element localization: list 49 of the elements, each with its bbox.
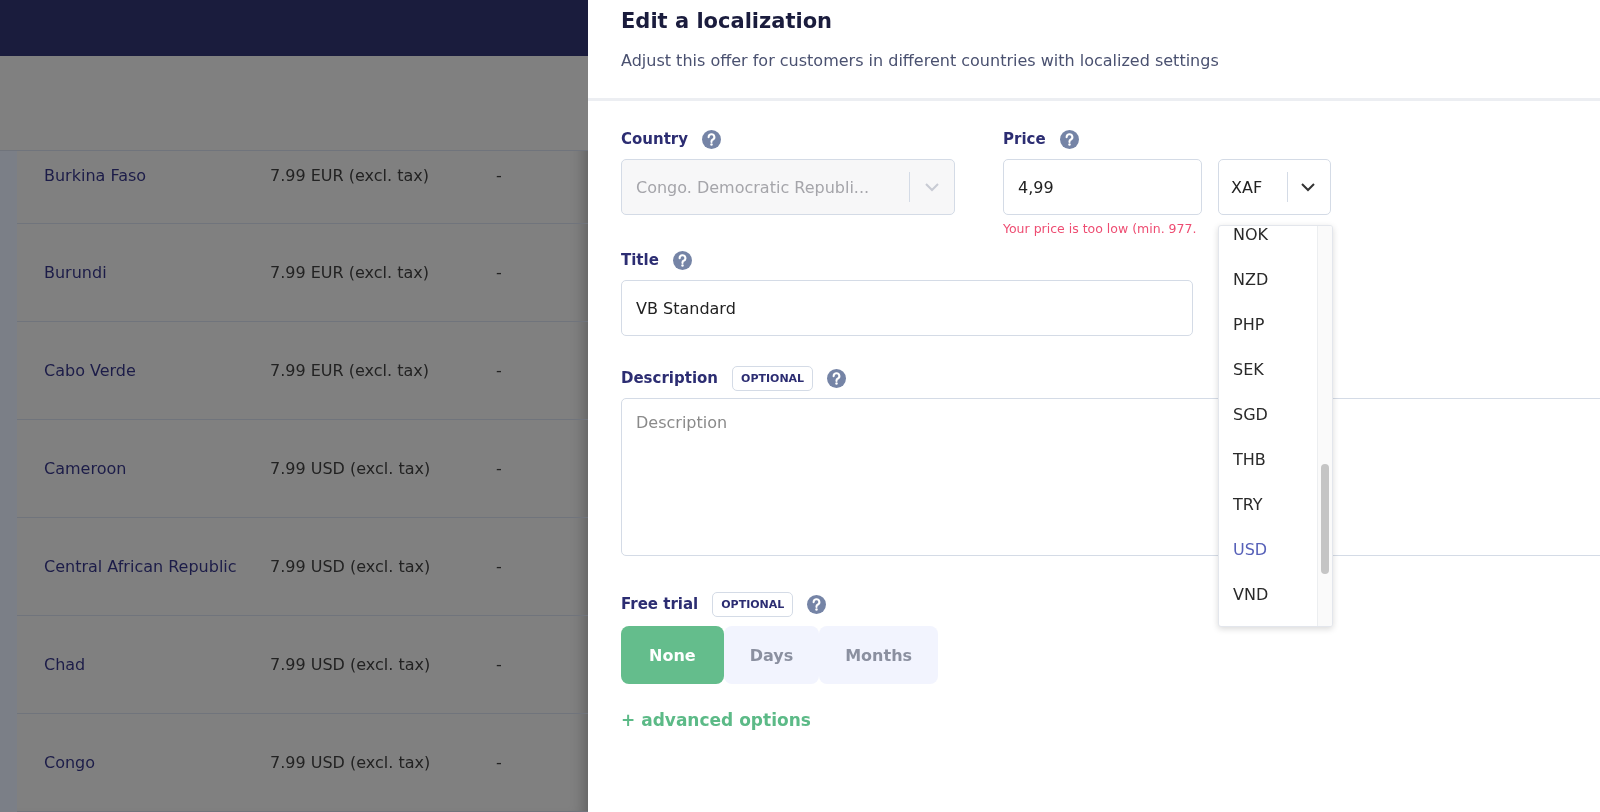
field-label: Description bbox=[621, 369, 719, 387]
currency-option[interactable]: VND bbox=[1219, 572, 1317, 617]
currency-option[interactable]: PHP bbox=[1219, 302, 1317, 347]
help-icon[interactable] bbox=[672, 250, 692, 270]
table-cell: - bbox=[496, 753, 502, 772]
panel-subtitle: Adjust this offer for customers in different countries with localized settings bbox=[621, 51, 1220, 70]
currency-option[interactable]: TRY bbox=[1219, 482, 1317, 527]
optional-badge: OPTIONAL bbox=[732, 365, 814, 391]
country-name: Congo bbox=[43, 753, 97, 772]
currency-option[interactable]: NZD bbox=[1219, 257, 1317, 302]
table-cell: - bbox=[496, 655, 502, 674]
help-icon[interactable] bbox=[807, 594, 827, 614]
help-icon[interactable] bbox=[1059, 129, 1079, 149]
country-name: Cameroon bbox=[43, 459, 128, 478]
field-label: Free trial bbox=[621, 595, 699, 613]
table-cell: - bbox=[496, 459, 502, 478]
chevron-down-icon bbox=[924, 182, 940, 192]
table-cell: - bbox=[496, 166, 502, 185]
currency-option[interactable]: SEK bbox=[1219, 347, 1317, 392]
field-label: Price bbox=[1003, 130, 1046, 148]
price-cell-text: 7.99 USD (excl. tax) bbox=[270, 557, 432, 576]
field-label: Title bbox=[621, 251, 659, 269]
price-cell-text: 7.99 USD (excl. tax) bbox=[270, 753, 432, 772]
chevron-down-icon bbox=[1300, 182, 1316, 192]
currency-option[interactable]: NOK bbox=[1219, 226, 1317, 257]
country-name: Burkina Faso bbox=[43, 166, 148, 185]
optional-badge: OPTIONAL bbox=[712, 591, 794, 617]
help-icon[interactable] bbox=[702, 129, 722, 149]
table-cell: - bbox=[496, 361, 502, 380]
scrollbar-thumb[interactable] bbox=[1321, 464, 1329, 574]
price-cell-text: 7.99 USD (excl. tax) bbox=[270, 459, 432, 478]
field-label: Country bbox=[621, 130, 689, 148]
country-name: Cabo Verde bbox=[43, 361, 137, 380]
country-name: Chad bbox=[43, 655, 87, 674]
price-cell-text: 7.99 USD (excl. tax) bbox=[270, 655, 432, 674]
table-cell: - bbox=[496, 263, 502, 282]
currency-select[interactable]: XAF bbox=[1218, 159, 1331, 215]
table-cell: - bbox=[496, 557, 502, 576]
help-icon[interactable] bbox=[827, 368, 847, 388]
price-cell-text: 7.99 EUR (excl. tax) bbox=[270, 166, 430, 185]
price-input[interactable]: 4,99 bbox=[1003, 159, 1202, 215]
price-cell-text: 7.99 EUR (excl. tax) bbox=[270, 263, 430, 282]
panel-title: Edit a localization bbox=[621, 9, 834, 33]
country-name: Central African Republic bbox=[43, 557, 238, 576]
title-input[interactable]: VB Standard bbox=[621, 280, 1193, 336]
currency-option[interactable]: THB bbox=[1219, 437, 1317, 482]
price-cell-text: 7.99 EUR (excl. tax) bbox=[270, 361, 430, 380]
country-name: Burundi bbox=[43, 263, 108, 282]
error-message: Your price is too low (min. 977. bbox=[1003, 221, 1197, 236]
